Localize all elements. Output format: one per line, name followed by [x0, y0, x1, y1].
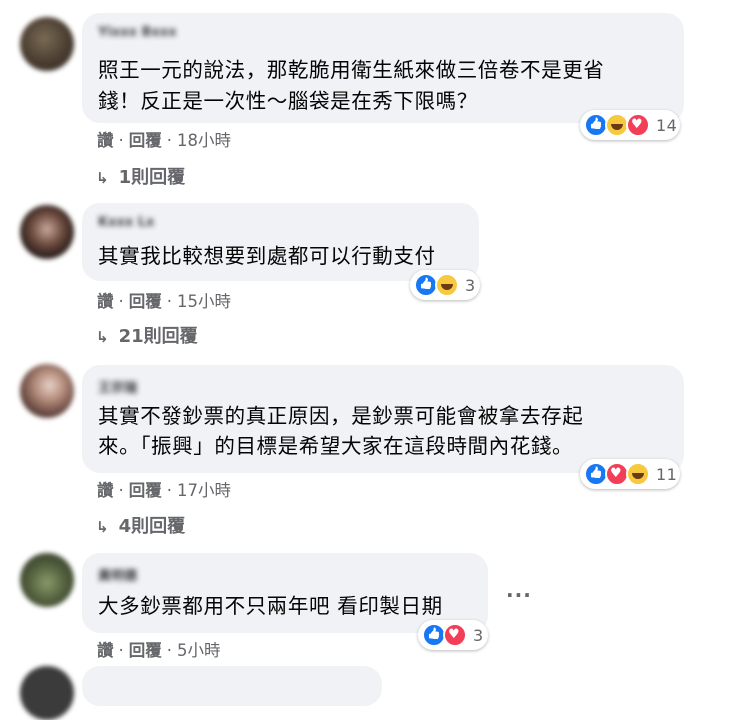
- comment-text-line: 其實不發鈔票的真正原因，是鈔票可能會被拿去存起: [98, 404, 584, 428]
- reaction-summary[interactable]: 11: [580, 459, 680, 489]
- like-link[interactable]: 讚: [97, 131, 114, 150]
- view-replies-link[interactable]: ↳ 21則回覆: [96, 322, 198, 348]
- like-link[interactable]: 讚: [97, 641, 114, 660]
- comment-text-line: 照王一元的說法，那乾脆用衛生紙來做三倍卷不是更省: [98, 58, 605, 82]
- comment-author[interactable]: 黃明德: [98, 565, 137, 584]
- reaction-summary[interactable]: 3: [418, 620, 488, 650]
- comment-actions: 讚 · 回覆 · 18小時: [97, 131, 231, 150]
- avatar[interactable]: [20, 364, 74, 418]
- replies-count-label: 4則回覆: [118, 516, 186, 537]
- comment-author[interactable]: Kxxx Lx: [98, 215, 154, 233]
- avatar[interactable]: [20, 666, 74, 720]
- reaction-summary[interactable]: 14: [580, 110, 680, 140]
- comment-author[interactable]: Yixxx Bxxx: [98, 25, 177, 43]
- avatar[interactable]: [20, 553, 74, 607]
- reply-link[interactable]: 回覆: [129, 292, 162, 311]
- avatar[interactable]: [20, 17, 74, 71]
- comment-bubble: Yixxx Bxxx 照王一元的說法，那乾脆用衛生紙來做三倍卷不是更省 錢！反正…: [82, 13, 684, 123]
- reaction-count: 3: [473, 625, 484, 645]
- reply-arrow-icon: ↳: [96, 518, 109, 536]
- avatar[interactable]: [20, 205, 74, 259]
- comment-timestamp[interactable]: 15小時: [177, 292, 231, 311]
- love-icon: [626, 113, 650, 137]
- comment-text-line: 大多鈔票都用不只兩年吧 看印製日期: [98, 594, 443, 618]
- reply-link[interactable]: 回覆: [129, 641, 162, 660]
- comment-bubble: 王宗瑞 其實不發鈔票的真正原因，是鈔票可能會被拿去存起 來。「振興」的目標是希望…: [82, 365, 684, 473]
- comment-text-line: 來。「振興」的目標是希望大家在這段時間內花錢。: [98, 434, 574, 458]
- comment-author[interactable]: 王宗瑞: [98, 377, 137, 396]
- view-replies-link[interactable]: ↳ 1則回覆: [96, 163, 185, 189]
- comment-bubble: [82, 666, 382, 706]
- reaction-count: 11: [656, 464, 678, 484]
- comment-timestamp[interactable]: 5小時: [177, 641, 221, 660]
- reaction-summary[interactable]: 3: [410, 270, 480, 300]
- comment-bubble: Kxxx Lx 其實我比較想要到處都可以行動支付: [82, 203, 479, 281]
- haha-icon: [435, 273, 459, 297]
- comment-text-line: 其實我比較想要到處都可以行動支付: [98, 244, 436, 268]
- reply-arrow-icon: ↳: [96, 328, 109, 346]
- comment-actions: 讚 · 回覆 · 5小時: [97, 641, 221, 660]
- like-link[interactable]: 讚: [97, 481, 114, 500]
- reaction-count: 3: [465, 275, 476, 295]
- love-icon: [443, 623, 467, 647]
- comment-timestamp[interactable]: 17小時: [177, 481, 231, 500]
- comment-actions: 讚 · 回覆 · 17小時: [97, 481, 231, 500]
- reply-arrow-icon: ↳: [96, 169, 109, 187]
- more-options-icon[interactable]: ···: [506, 583, 532, 607]
- reply-link[interactable]: 回覆: [129, 481, 162, 500]
- replies-count-label: 21則回覆: [118, 326, 198, 347]
- view-replies-link[interactable]: ↳ 4則回覆: [96, 512, 185, 538]
- replies-count-label: 1則回覆: [118, 167, 186, 188]
- reply-link[interactable]: 回覆: [129, 131, 162, 150]
- comment-actions: 讚 · 回覆 · 15小時: [97, 292, 231, 311]
- comment-timestamp[interactable]: 18小時: [177, 131, 231, 150]
- haha-icon: [626, 462, 650, 486]
- like-link[interactable]: 讚: [97, 292, 114, 311]
- reaction-count: 14: [656, 115, 678, 135]
- comment-text-line: 錢！反正是一次性～腦袋是在秀下限嗎？: [98, 89, 478, 113]
